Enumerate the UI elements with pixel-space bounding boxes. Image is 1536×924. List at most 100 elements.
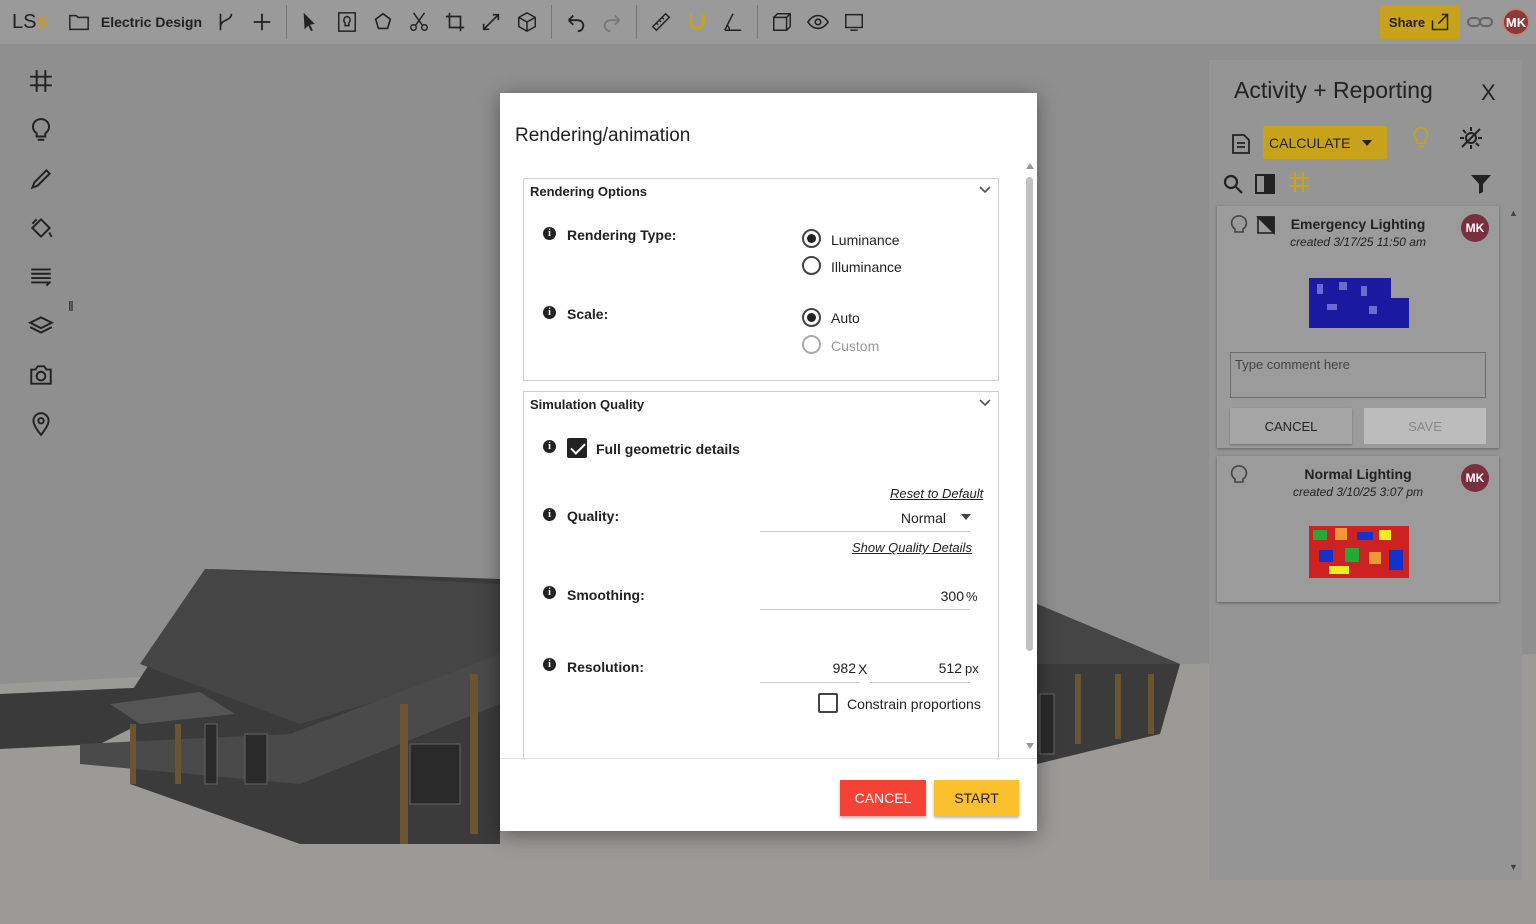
show-quality-details-link[interactable]: Show Quality Details [852, 540, 972, 555]
info-icon[interactable]: i [543, 227, 556, 240]
report-card[interactable]: Normal Lighting created 3/10/25 3:07 pm … [1217, 456, 1499, 602]
illuminance-label: Illuminance [831, 259, 902, 275]
location-pin-icon[interactable] [28, 411, 56, 439]
expand-icon[interactable] [477, 8, 505, 36]
report-card[interactable]: Emergency Lighting created 3/17/25 11:50… [1217, 206, 1499, 448]
angle-icon[interactable] [719, 8, 747, 36]
link-icon[interactable] [1466, 11, 1494, 33]
emergency-render-thumbnail[interactable] [1309, 278, 1409, 330]
footer-divider [500, 758, 1037, 759]
filter-icon[interactable] [1469, 172, 1493, 201]
layers-icon[interactable] [27, 313, 56, 341]
caret-down-icon[interactable] [961, 514, 971, 520]
select-pointer-icon[interactable] [297, 8, 325, 36]
scrollbar-thumb[interactable] [1026, 177, 1033, 651]
card-title: Emergency Lighting [1290, 216, 1426, 232]
smoothing-input[interactable]: 300 [864, 588, 964, 604]
contrast-icon[interactable] [1253, 172, 1277, 201]
left-sidebar: ‖ [0, 44, 80, 924]
dialog-content[interactable]: Rendering Options i Rendering Type: Lumi… [500, 171, 1037, 759]
normal-render-thumbnail[interactable] [1309, 526, 1409, 580]
card-save-button[interactable]: SAVE [1364, 408, 1486, 444]
add-icon[interactable] [248, 8, 276, 36]
start-button[interactable]: START [934, 780, 1019, 816]
folder-icon[interactable] [65, 8, 93, 36]
toolbar-divider [757, 5, 759, 39]
card-date: created 3/10/25 3:07 pm [1292, 485, 1424, 499]
info-icon[interactable]: i [543, 586, 556, 599]
resolution-width-input[interactable]: 982 [794, 660, 856, 676]
scroll-down-icon[interactable] [1026, 743, 1034, 749]
rendering-options-section: Rendering Options i Rendering Type: Lumi… [523, 178, 999, 381]
redo-icon[interactable] [598, 8, 626, 36]
info-icon[interactable]: i [543, 440, 556, 453]
scissors-icon[interactable] [405, 8, 433, 36]
magnet-icon[interactable] [683, 8, 711, 36]
smoothing-underline [760, 609, 970, 610]
resolution-x-separator: X [858, 661, 868, 677]
custom-label: Custom [831, 338, 880, 354]
card-cancel-button[interactable]: CANCEL [1230, 408, 1352, 444]
panel-scroll-down-icon[interactable]: ▼ [1509, 862, 1518, 872]
dialog-title: Rendering/animation [515, 125, 691, 146]
luminance-radio[interactable] [802, 229, 821, 248]
share-button[interactable]: Share [1380, 5, 1460, 39]
undo-icon[interactable] [562, 8, 590, 36]
info-icon[interactable]: i [543, 508, 556, 521]
section-heading[interactable]: Simulation Quality [530, 397, 644, 412]
eye-icon[interactable] [804, 8, 832, 36]
card-title: Normal Lighting [1304, 466, 1412, 482]
paint-bucket-icon[interactable] [28, 215, 56, 243]
section-heading[interactable]: Rendering Options [530, 184, 647, 199]
card-avatar: MK [1461, 464, 1489, 492]
comment-input[interactable] [1230, 352, 1486, 398]
monitor-icon[interactable] [840, 8, 868, 36]
scroll-up-icon[interactable] [1026, 163, 1034, 169]
wireframe-box-icon[interactable] [768, 8, 796, 36]
panel-scroll-up-icon[interactable]: ▲ [1509, 208, 1518, 218]
logo[interactable]: LS ≶ [12, 11, 49, 34]
report-icon[interactable] [1229, 132, 1253, 161]
project-name[interactable]: Electric Design [101, 14, 202, 30]
list-icon[interactable] [28, 264, 56, 292]
cancel-button[interactable]: CANCEL [840, 780, 926, 816]
fixture-icon[interactable] [333, 8, 361, 36]
auto-radio[interactable] [802, 308, 821, 327]
info-icon[interactable]: i [543, 658, 556, 671]
bulb-outline-icon[interactable] [1409, 126, 1433, 155]
chevron-down-icon[interactable] [978, 183, 992, 197]
search-icon[interactable] [1221, 172, 1245, 201]
full-geometric-checkbox[interactable] [567, 438, 587, 458]
cube-icon[interactable] [513, 8, 541, 36]
sidebar-collapse-handle[interactable]: ‖ [68, 298, 78, 316]
quality-select[interactable]: Normal [864, 510, 946, 526]
close-panel-button[interactable]: X [1481, 80, 1496, 106]
chevron-down-icon[interactable] [978, 396, 992, 410]
grid-filter-icon[interactable] [1287, 170, 1311, 199]
branch-icon[interactable] [212, 8, 240, 36]
logo-text: LS [12, 10, 37, 33]
dialog-scrollbar[interactable] [1026, 163, 1034, 753]
constrain-proportions-checkbox[interactable] [818, 693, 838, 713]
user-avatar[interactable]: MK [1502, 8, 1530, 36]
light-off-icon[interactable] [1459, 126, 1483, 155]
illuminance-radio[interactable] [802, 256, 821, 275]
camera-icon[interactable] [28, 362, 56, 390]
pencil-icon[interactable] [28, 166, 56, 194]
calculate-button[interactable]: CALCULATE [1263, 126, 1387, 159]
auto-label: Auto [831, 310, 860, 326]
card-date: created 3/17/25 11:50 am [1290, 235, 1426, 249]
resolution-height-input[interactable]: 512 [904, 660, 962, 676]
shape-icon[interactable] [369, 8, 397, 36]
custom-radio[interactable] [802, 335, 821, 354]
ruler-icon[interactable] [647, 8, 675, 36]
bulb-icon[interactable] [28, 117, 56, 145]
luminance-label: Luminance [831, 232, 900, 248]
info-icon[interactable]: i [543, 306, 556, 319]
top-toolbar: LS ≶ Electric Design [0, 0, 1536, 44]
crop-icon[interactable] [441, 8, 469, 36]
smoothing-label: Smoothing: [567, 587, 645, 603]
resolution-label: Resolution: [567, 659, 644, 675]
grid-icon[interactable] [28, 68, 56, 96]
reset-to-default-link[interactable]: Reset to Default [890, 486, 983, 501]
